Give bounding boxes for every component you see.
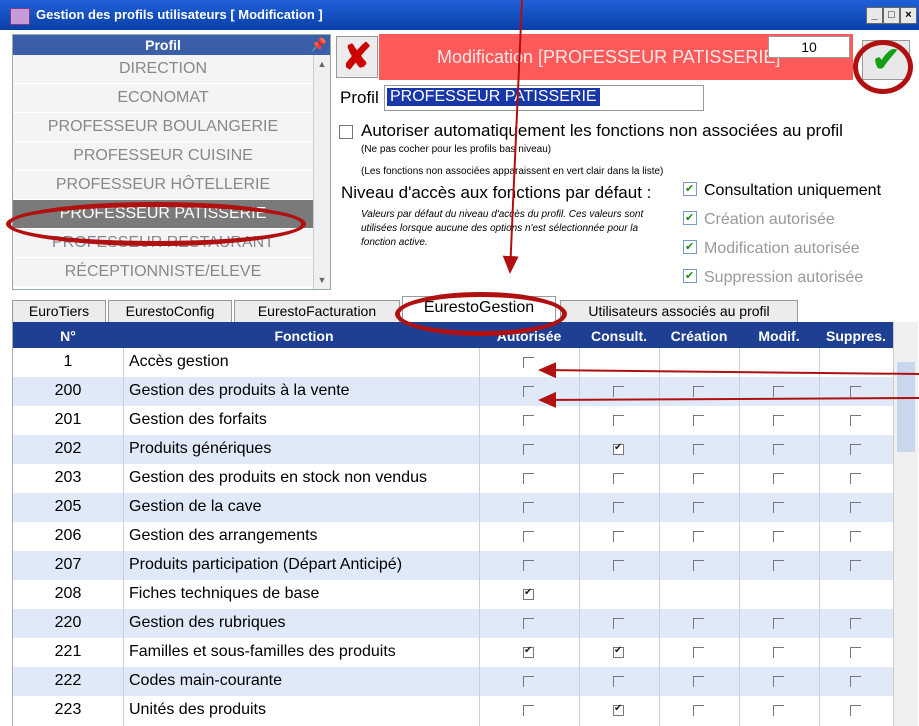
annotation-arrows (502, 0, 919, 408)
